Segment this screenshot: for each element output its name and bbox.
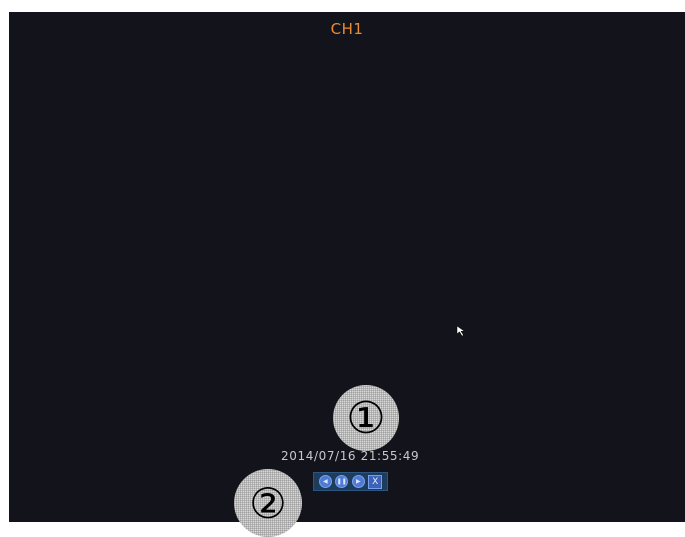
callout-marker-2: ②: [234, 469, 302, 537]
play-icon[interactable]: ▶: [351, 475, 365, 488]
playback-timestamp: 2014/07/16 21:55:49: [281, 449, 420, 463]
channel-title: CH1: [330, 20, 364, 38]
callout-marker-1: ①: [333, 385, 399, 451]
mouse-pointer-icon: [456, 325, 466, 337]
playback-control-bar: ◀ ❚❚ ▶ X: [313, 472, 388, 491]
pause-icon[interactable]: ❚❚: [335, 475, 349, 488]
close-icon[interactable]: X: [368, 474, 383, 489]
rewind-icon[interactable]: ◀: [318, 475, 332, 488]
